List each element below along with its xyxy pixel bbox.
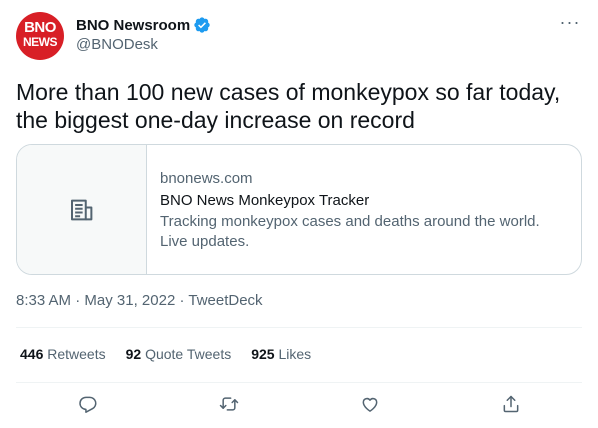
- like-button[interactable]: [356, 390, 384, 418]
- meta-separator: ·: [71, 292, 85, 309]
- link-card[interactable]: bnonews.com BNO News Monkeypox Tracker T…: [16, 144, 582, 275]
- card-domain: bnonews.com: [160, 170, 253, 187]
- avatar[interactable]: BNO NEWS: [16, 12, 64, 60]
- retweet-icon: [219, 397, 239, 411]
- card-description: Tracking monkeypox cases and deaths arou…: [160, 213, 540, 250]
- likes-count: 925: [251, 346, 275, 362]
- likes-stat[interactable]: 925 Likes: [251, 346, 311, 362]
- action-bar: [0, 390, 598, 418]
- reply-button[interactable]: [74, 390, 102, 418]
- article-icon: [70, 199, 92, 220]
- meta-separator: ·: [175, 292, 189, 309]
- retweets-label: Retweets: [47, 346, 106, 362]
- quotes-label: Quote Tweets: [145, 346, 232, 362]
- retweets-stat[interactable]: 446 Retweets: [20, 346, 106, 362]
- engagement-stats: 446 Retweets 92 Quote Tweets 925 Likes: [20, 346, 311, 362]
- tweet-time[interactable]: 8:33 AM: [16, 292, 71, 309]
- likes-label: Likes: [278, 346, 312, 362]
- tweet-date[interactable]: May 31, 2022: [84, 292, 175, 309]
- retweets-count: 446: [20, 346, 44, 362]
- like-icon: [362, 397, 378, 412]
- share-button[interactable]: [497, 390, 525, 418]
- card-title: BNO News Monkeypox Tracker: [160, 192, 370, 209]
- verified-badge-icon: [194, 17, 210, 33]
- quote-tweets-stat[interactable]: 92 Quote Tweets: [126, 346, 232, 362]
- display-name-row: BNO Newsroom: [76, 15, 211, 35]
- share-icon: [503, 395, 519, 413]
- card-body: bnonews.com BNO News Monkeypox Tracker T…: [147, 145, 581, 274]
- card-thumbnail: [17, 145, 147, 274]
- tweet-metadata: 8:33 AM · May 31, 2022 · TweetDeck: [16, 292, 263, 309]
- avatar-text-bottom: NEWS: [23, 35, 58, 49]
- reply-icon: [79, 396, 97, 413]
- retweet-button[interactable]: [215, 390, 243, 418]
- tweet-source[interactable]: TweetDeck: [188, 292, 262, 309]
- avatar-text-top: BNO: [24, 19, 56, 36]
- author-handle[interactable]: @BNODesk: [76, 36, 211, 53]
- display-name[interactable]: BNO Newsroom: [76, 17, 190, 34]
- more-options-icon[interactable]: ···: [558, 12, 582, 36]
- quotes-count: 92: [125, 346, 142, 362]
- tweet-header: BNO NEWS BNO Newsroom @BNODesk ···: [16, 12, 582, 60]
- tweet-text: More than 100 new cases of monkeypox so …: [16, 79, 561, 133]
- divider: [16, 327, 582, 328]
- divider: [16, 382, 582, 383]
- author-names: BNO Newsroom @BNODesk: [76, 15, 211, 53]
